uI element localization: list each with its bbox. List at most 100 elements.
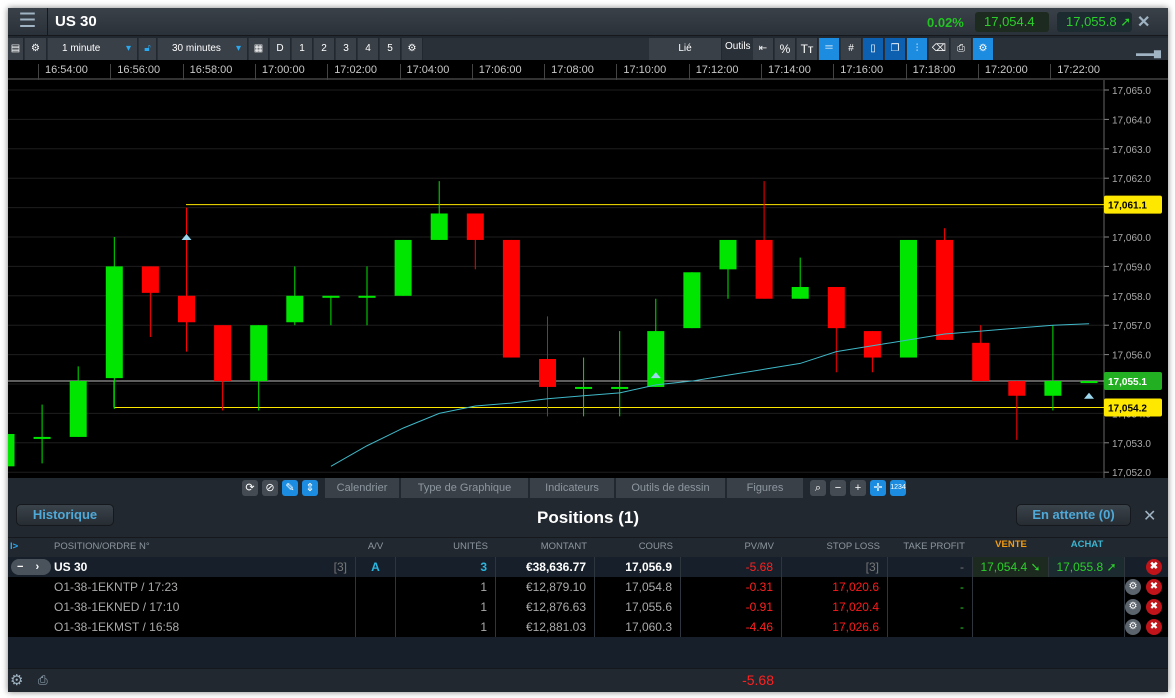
scroll-icon[interactable]: ⇕ bbox=[302, 480, 318, 496]
close-position-icon[interactable]: ✖ bbox=[1146, 559, 1162, 575]
windows-icon[interactable]: ❐ bbox=[885, 38, 906, 60]
percent-icon[interactable]: % bbox=[775, 38, 796, 60]
level-label-text: 17,054.2 bbox=[1108, 404, 1147, 415]
interval-select[interactable]: 1 minute ▾ bbox=[48, 38, 138, 60]
back-arrow-icon[interactable]: ⇤ bbox=[753, 38, 774, 60]
col-amount[interactable]: MONTANT bbox=[496, 538, 595, 556]
zoom-out-icon[interactable]: − bbox=[830, 480, 846, 496]
order-settings-icon[interactable]: ⚙ bbox=[1125, 599, 1141, 615]
settings-icon[interactable]: ⚙ bbox=[10, 671, 23, 689]
order-take-profit[interactable]: - bbox=[888, 617, 973, 637]
config-icon[interactable]: ⚙ bbox=[973, 38, 994, 60]
pending-button[interactable]: En attente (0) bbox=[1016, 504, 1131, 526]
day-button-d[interactable]: D bbox=[270, 38, 291, 60]
linked-button[interactable]: Lié bbox=[649, 38, 722, 60]
price-tick-label: 17,058.0 bbox=[1112, 292, 1151, 303]
close-positions-icon[interactable]: ✕ bbox=[1143, 506, 1156, 526]
day-button-1[interactable]: 1 bbox=[292, 38, 313, 60]
summary-sell-button[interactable]: 17,054.4 ➘ bbox=[973, 557, 1049, 577]
zoom-in-icon[interactable]: + bbox=[850, 480, 866, 496]
settings-icon[interactable]: ⚙ bbox=[402, 38, 423, 60]
position-summary-row[interactable]: − › US 30 [3] A 3 €38,636.77 17,056.9 -5.6… bbox=[8, 557, 1168, 577]
close-order-icon[interactable]: ✖ bbox=[1146, 599, 1162, 615]
numbers-icon[interactable]: 1234 bbox=[890, 480, 906, 496]
buy-quote-button[interactable]: 17,055.8 ➚ bbox=[1057, 12, 1132, 32]
tools-label: Outils bbox=[725, 41, 751, 52]
candle-body bbox=[502, 239, 520, 358]
calendar-icon[interactable]: ▦ bbox=[249, 38, 269, 60]
history-button[interactable]: Historique bbox=[16, 504, 114, 526]
day-button-5[interactable]: 5 bbox=[380, 38, 401, 60]
change-percent: 0.02% bbox=[927, 15, 964, 30]
close-order-icon[interactable]: ✖ bbox=[1146, 619, 1162, 635]
candles-icon[interactable]: ⫶ bbox=[907, 38, 928, 60]
summary-buy-button[interactable]: 17,055.8 ➚ bbox=[1049, 557, 1125, 577]
arrow-down-icon: ➘ bbox=[1030, 560, 1041, 574]
col-units[interactable]: UNITÉS bbox=[396, 538, 496, 556]
grid-icon[interactable]: ＝ bbox=[819, 38, 840, 60]
col-pl[interactable]: PV/MV bbox=[681, 538, 782, 556]
order-stop-loss[interactable]: 17,020.4 bbox=[782, 597, 888, 617]
col-price[interactable]: COURS bbox=[595, 538, 681, 556]
candle-body bbox=[755, 239, 773, 299]
col-take-profit[interactable]: TAKE PROFIT bbox=[888, 538, 973, 556]
cancel-icon[interactable]: ⊘ bbox=[262, 480, 278, 496]
order-take-profit[interactable]: - bbox=[888, 597, 973, 617]
price-tick-label: 17,064.0 bbox=[1112, 115, 1151, 126]
time-label: 17:06:00 bbox=[471, 64, 522, 80]
order-stop-loss[interactable]: 17,026.6 bbox=[782, 617, 888, 637]
window-size-icons[interactable]: ▬▬▆ bbox=[1136, 48, 1161, 59]
refresh-icon[interactable]: ⟳ bbox=[242, 480, 258, 496]
search-icon[interactable]: ⌕ bbox=[810, 480, 826, 496]
order-settings-icon[interactable]: ⚙ bbox=[1125, 579, 1141, 595]
col-stop-loss[interactable]: STOP LOSS bbox=[782, 538, 888, 556]
close-icon[interactable]: ✕ bbox=[1137, 12, 1150, 32]
order-settings-icon[interactable]: ⚙ bbox=[1125, 619, 1141, 635]
time-label: 17:16:00 bbox=[833, 64, 883, 80]
day-button-4[interactable]: 4 bbox=[358, 38, 379, 60]
print-icon[interactable]: ⎙ bbox=[38, 673, 48, 688]
candle-icon[interactable]: ▯ bbox=[863, 38, 884, 60]
time-label: 16:54:00 bbox=[38, 64, 88, 80]
chart-canvas[interactable]: 17,052.017,053.017,054.017,055.017,056.0… bbox=[0, 80, 1168, 479]
close-order-icon[interactable]: ✖ bbox=[1146, 579, 1162, 595]
order-row[interactable]: O1-38-1EKMST / 16:58 1 €12,881.03 17,060… bbox=[8, 617, 1168, 637]
tab-indicators[interactable]: Indicateurs bbox=[530, 478, 615, 498]
grid-edit-icon[interactable]: # bbox=[841, 38, 862, 60]
list-icon[interactable]: ▤ bbox=[8, 38, 24, 60]
order-price: 17,055.6 bbox=[595, 597, 681, 617]
tab-calendar[interactable]: Calendrier bbox=[325, 478, 400, 498]
candle-body bbox=[719, 239, 737, 270]
print-icon[interactable]: ⎙ bbox=[951, 38, 972, 60]
order-take-profit[interactable]: - bbox=[888, 577, 973, 597]
gear-icon[interactable]: ⚙ bbox=[25, 38, 47, 60]
lock-icon[interactable]: 🔓︎ bbox=[139, 38, 157, 60]
order-amount: €12,876.63 bbox=[496, 597, 595, 617]
order-row[interactable]: O1-38-1EKNED / 17:10 1 €12,876.63 17,055… bbox=[8, 597, 1168, 617]
pencil-icon[interactable]: ✎ bbox=[282, 480, 298, 496]
range-select[interactable]: 30 minutes ▾ bbox=[158, 38, 248, 60]
order-stop-loss[interactable]: 17,020.6 bbox=[782, 577, 888, 597]
tab-chart-type[interactable]: Type de Graphique bbox=[401, 478, 529, 498]
summary-buy: 17,055.8 bbox=[1056, 560, 1104, 574]
time-label: 17:18:00 bbox=[905, 64, 955, 80]
day-button-3[interactable]: 3 bbox=[336, 38, 357, 60]
price-chart[interactable]: 17,052.017,053.017,054.017,055.017,056.0… bbox=[0, 80, 1168, 479]
day-button-2[interactable]: 2 bbox=[314, 38, 335, 60]
order-row[interactable]: O1-38-1EKNTP / 17:23 1 €12,879.10 17,054… bbox=[8, 577, 1168, 597]
text-icon[interactable]: Tт bbox=[797, 38, 818, 60]
sell-quote-button[interactable]: 17,054.4 ➘ bbox=[975, 12, 1049, 49]
col-av[interactable]: A/V bbox=[356, 538, 395, 556]
expand-all-icon[interactable]: I> bbox=[10, 538, 18, 556]
candle-body bbox=[105, 266, 123, 379]
collapse-toggle[interactable]: − › bbox=[11, 559, 51, 575]
order-id: O1-38-1EKNTP / 17:23 bbox=[54, 577, 356, 597]
crosshair-icon[interactable]: ✛ bbox=[870, 480, 886, 496]
table-empty-area bbox=[8, 637, 1168, 668]
tab-drawing-tools[interactable]: Outils de dessin bbox=[616, 478, 726, 498]
col-position[interactable]: POSITION/ORDRE N° bbox=[54, 538, 150, 556]
menu-icon[interactable]: ☰ bbox=[8, 8, 48, 36]
tag-icon[interactable]: ⌫ bbox=[929, 38, 950, 60]
tab-figures[interactable]: Figures bbox=[727, 478, 804, 498]
candle-body bbox=[33, 436, 51, 439]
